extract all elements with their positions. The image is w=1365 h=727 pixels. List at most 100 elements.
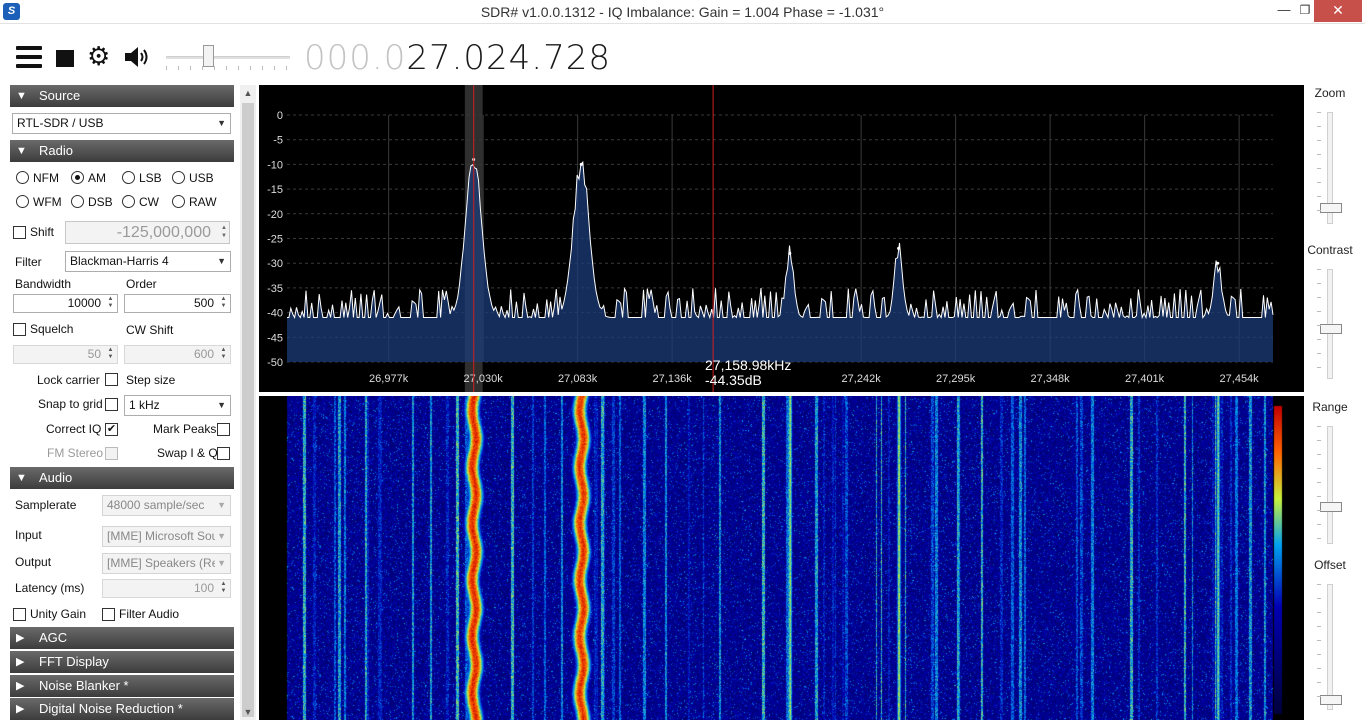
- latency-label: Latency (ms): [15, 581, 85, 595]
- radio-am[interactable]: [71, 171, 84, 184]
- y-tick-label: -25: [267, 234, 283, 246]
- y-tick-label: -45: [267, 332, 283, 344]
- radio-lsb[interactable]: [122, 171, 135, 184]
- section-noise-blanker[interactable]: ▶ Noise Blanker *: [10, 675, 234, 697]
- latency-input[interactable]: 100 ▲ ▼: [102, 579, 231, 598]
- spectrum-chart[interactable]: 0 -5 -10 -15 -20 -25 -30 -35 -40 -45 -50 26,977k 27,…: [259, 85, 1304, 392]
- radio-dsb[interactable]: [71, 195, 84, 208]
- snap-to-grid-label: Snap to grid: [38, 397, 103, 411]
- contrast-slider[interactable]: [1320, 269, 1342, 379]
- scroll-up-icon[interactable]: ▲: [240, 85, 256, 101]
- zoom-slider-thumb[interactable]: [1320, 203, 1342, 213]
- contrast-slider-thumb[interactable]: [1320, 324, 1342, 334]
- section-agc[interactable]: ▶ AGC: [10, 627, 234, 649]
- filter-audio-checkbox[interactable]: [102, 608, 115, 621]
- volume-slider-track[interactable]: [166, 56, 290, 59]
- radio-cw-label: CW: [139, 195, 159, 209]
- x-tick-label: 27,295k: [936, 373, 976, 385]
- collapsed-arrow-icon: ▶: [16, 703, 25, 715]
- radio-nfm-label: NFM: [33, 171, 59, 185]
- swap-iq-checkbox[interactable]: [217, 447, 230, 460]
- squelch-checkbox[interactable]: [13, 323, 26, 336]
- fm-stereo-checkbox[interactable]: [105, 447, 118, 460]
- samplerate-select[interactable]: 48000 sample/sec ▼: [102, 495, 231, 516]
- latency-value: 100: [193, 581, 214, 595]
- offset-label: Offset: [1314, 558, 1346, 572]
- waterfall-canvas[interactable]: [259, 396, 1304, 720]
- snap-to-grid-checkbox[interactable]: [105, 398, 118, 411]
- radio-wfm[interactable]: [16, 195, 29, 208]
- spinner-arrows-icon[interactable]: ▲ ▼: [105, 296, 116, 311]
- input-device-select[interactable]: [MME] Microsoft Soun ▼: [102, 526, 231, 547]
- source-device-select[interactable]: RTL-SDR / USB ▼: [12, 113, 231, 134]
- step-size-label: Step size: [126, 373, 176, 387]
- x-tick-label: 27,348k: [1031, 373, 1071, 385]
- section-radio[interactable]: ▼ Radio: [10, 140, 234, 162]
- spinner-arrows-icon[interactable]: ▲ ▼: [218, 581, 229, 596]
- unity-gain-checkbox[interactable]: [13, 608, 26, 621]
- range-slider[interactable]: [1320, 426, 1342, 544]
- scrollbar-thumb[interactable]: [242, 103, 254, 717]
- spectrum-analyzer[interactable]: 0 -5 -10 -15 -20 -25 -30 -35 -40 -45 -50 26,977k 27,…: [259, 85, 1304, 392]
- stop-icon[interactable]: [56, 50, 74, 67]
- waterfall-display[interactable]: [259, 396, 1304, 720]
- section-agc-label: AGC: [39, 630, 68, 645]
- filter-select[interactable]: Blackman-Harris 4 ▼: [65, 251, 231, 272]
- x-tick-label: 26,977k: [369, 373, 409, 385]
- spinner-arrows-icon[interactable]: ▲ ▼: [218, 296, 229, 311]
- radio-am-label: AM: [88, 171, 106, 185]
- section-digital-noise-reduction[interactable]: ▶ Digital Noise Reduction *: [10, 698, 234, 720]
- expanded-arrow-icon: ▼: [16, 472, 27, 484]
- radio-cw[interactable]: [122, 195, 135, 208]
- cw-shift-input[interactable]: 600 ▲ ▼: [124, 345, 231, 364]
- radio-wfm-label: WFM: [33, 195, 62, 209]
- speaker-icon[interactable]: [123, 45, 151, 69]
- radio-usb[interactable]: [172, 171, 185, 184]
- section-digital-noise-reduction-label: Digital Noise Reduction *: [39, 701, 183, 716]
- input-label: Input: [15, 528, 42, 542]
- x-tick-label: 27,454k: [1220, 373, 1260, 385]
- y-tick-label: -10: [267, 159, 283, 171]
- spinner-arrows-icon[interactable]: ▲ ▼: [216, 224, 227, 240]
- range-label: Range: [1312, 400, 1348, 414]
- shift-value: -125,000,000: [116, 224, 211, 241]
- frequency-active-digits[interactable]: 27.024.728: [406, 38, 611, 78]
- x-tick-label: 27,242k: [842, 373, 882, 385]
- y-tick-label: -30: [267, 258, 283, 270]
- frequency-leading-digits[interactable]: 000.0: [304, 38, 406, 78]
- section-fft-display[interactable]: ▶ FFT Display: [10, 651, 234, 673]
- scroll-down-icon[interactable]: ▼: [240, 704, 256, 720]
- mark-peaks-checkbox[interactable]: [217, 423, 230, 436]
- radio-nfm[interactable]: [16, 171, 29, 184]
- close-button[interactable]: ✕: [1314, 0, 1362, 22]
- zoom-slider[interactable]: [1320, 112, 1342, 224]
- step-size-select[interactable]: 1 kHz ▼: [124, 395, 231, 416]
- lock-carrier-checkbox[interactable]: [105, 373, 118, 386]
- control-panel-scrollbar[interactable]: ▲ ▼: [240, 85, 256, 720]
- volume-slider-thumb[interactable]: [203, 45, 215, 67]
- step-size-value: 1 kHz: [129, 398, 160, 412]
- spinner-arrows-icon[interactable]: ▲ ▼: [105, 347, 116, 362]
- radio-raw[interactable]: [172, 195, 185, 208]
- section-fft-display-label: FFT Display: [39, 654, 109, 669]
- menu-icon[interactable]: [16, 46, 42, 68]
- gear-icon[interactable]: ⚙: [87, 43, 110, 69]
- samplerate-label: Samplerate: [15, 498, 77, 512]
- section-source[interactable]: ▼ Source: [10, 85, 234, 107]
- chevron-down-icon: ▼: [217, 118, 226, 128]
- shift-input[interactable]: -125,000,000 ▲ ▼: [65, 221, 230, 244]
- bandwidth-input[interactable]: 10000 ▲ ▼: [13, 294, 118, 313]
- output-device-select[interactable]: [MME] Speakers (Rea ▼: [102, 553, 231, 574]
- shift-checkbox[interactable]: [13, 226, 26, 239]
- range-slider-thumb[interactable]: [1320, 502, 1342, 512]
- spinner-arrows-icon[interactable]: ▲ ▼: [218, 347, 229, 362]
- zoom-slider-ticks: [1317, 112, 1321, 224]
- order-input[interactable]: 500 ▲ ▼: [124, 294, 231, 313]
- correct-iq-checkbox[interactable]: ✔: [105, 423, 118, 436]
- offset-slider-thumb[interactable]: [1320, 695, 1342, 705]
- offset-slider[interactable]: [1320, 584, 1342, 710]
- spectrum-peak: [1216, 261, 1220, 265]
- squelch-input[interactable]: 50 ▲ ▼: [13, 345, 118, 364]
- section-audio[interactable]: ▼ Audio: [10, 467, 234, 489]
- frequency-display[interactable]: 000.027.024.728: [304, 38, 611, 78]
